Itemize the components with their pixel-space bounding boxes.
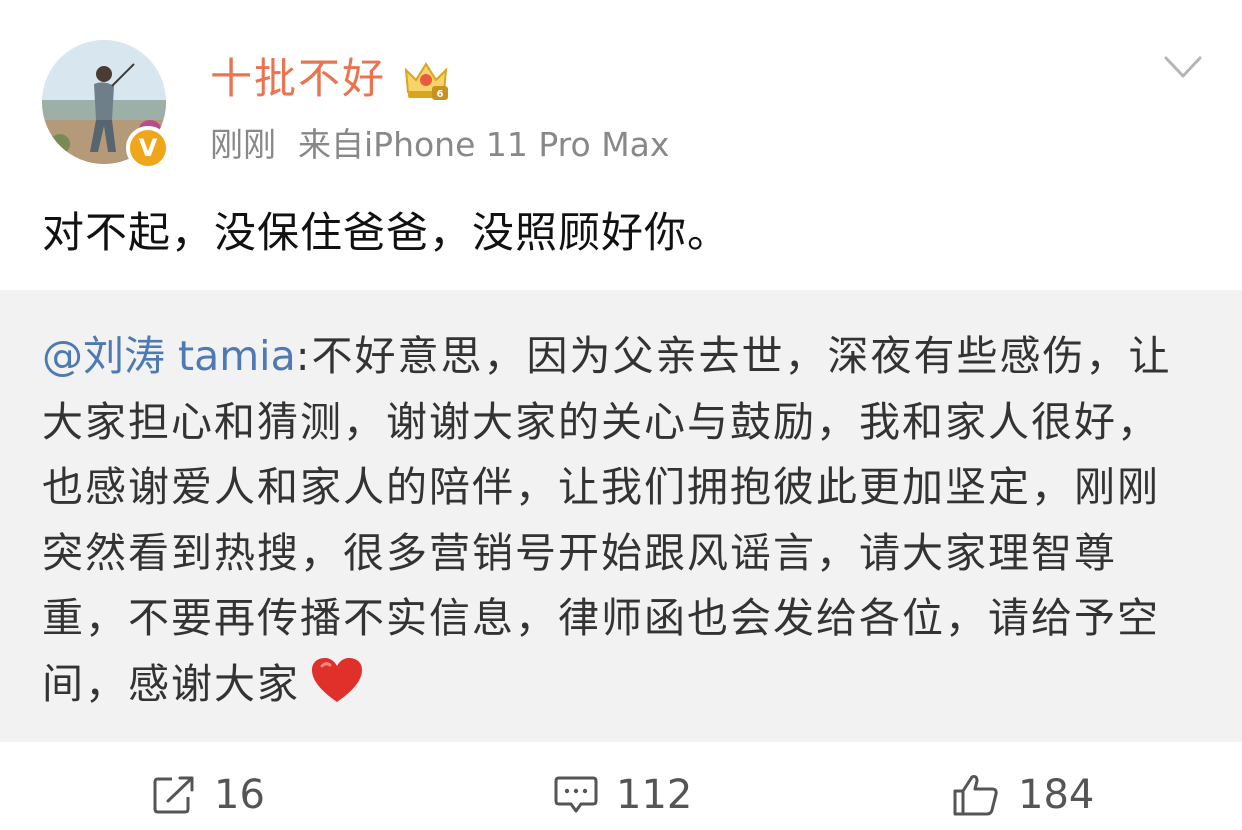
retweet-body: 不好意思，因为父亲去世，深夜有些感伤，让大家担心和猜测，谢谢大家的关心与鼓励，我… [42,332,1172,708]
retweet-text: @刘涛 tamia:不好意思，因为父亲去世，深夜有些感伤，让大家担心和猜测，谢谢… [42,324,1202,717]
heart-emoji [312,657,362,702]
verified-v-icon: V [126,126,170,170]
retweet-separator: : [295,332,312,380]
comment-button[interactable]: 112 [554,770,692,820]
chevron-down-icon[interactable] [1160,50,1206,86]
crown-vip-icon[interactable]: 6 [402,58,450,102]
like-button[interactable]: 184 [952,770,1094,820]
post-text: 对不起，没保住爸爸，没照顾好你。 [42,208,731,257]
comment-count: 112 [616,772,693,818]
repost-icon [153,776,194,814]
thumbs-up-icon [953,775,998,816]
repost-button[interactable]: 16 [152,770,265,820]
svg-text:6: 6 [437,89,444,100]
timestamp: 刚刚 [210,125,276,164]
post-header: V 十批不好 6 刚刚 来自iPhone 11 Pro Max [0,0,1242,180]
post-meta: 刚刚 来自iPhone 11 Pro Max [210,123,669,167]
retweet-card[interactable]: @刘涛 tamia:不好意思，因为父亲去世，深夜有些感伤，让大家担心和猜测，谢谢… [0,290,1242,742]
action-bar: 16 112 184 [0,742,1242,830]
repost-count: 16 [214,772,265,818]
post-source: 来自iPhone 11 Pro Max [298,125,670,164]
comment-icon [554,776,598,813]
mention-link[interactable]: @刘涛 tamia [42,332,296,380]
like-count: 184 [1018,772,1095,818]
username[interactable]: 十批不好 [210,52,386,106]
